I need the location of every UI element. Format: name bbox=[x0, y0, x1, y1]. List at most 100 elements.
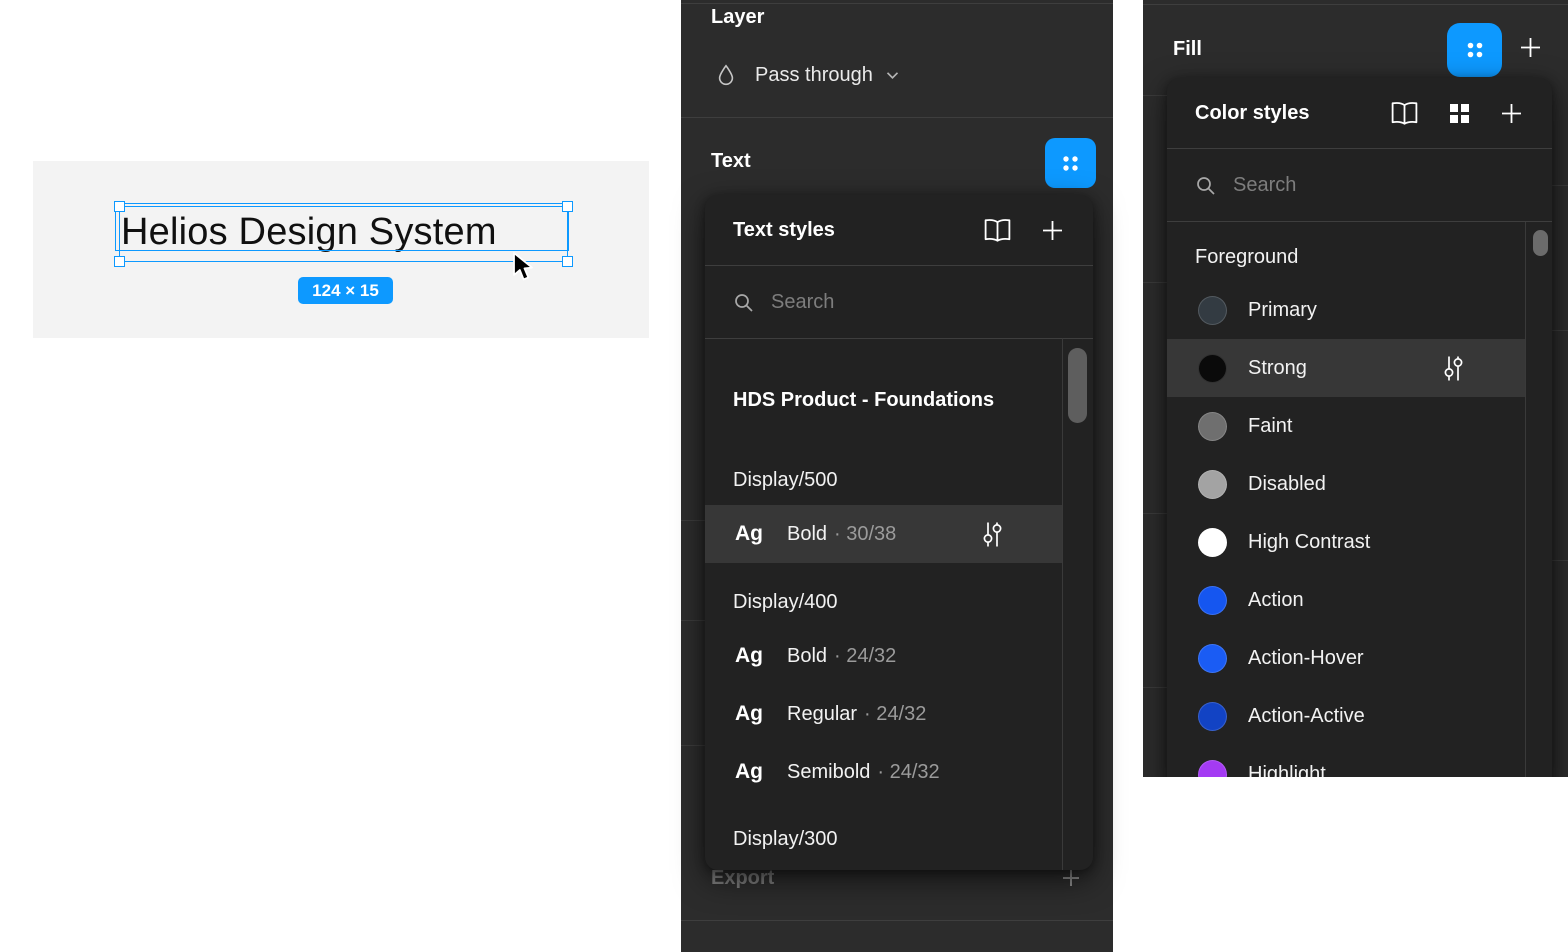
hidden-section-divider bbox=[1143, 687, 1167, 688]
hidden-section-divider bbox=[681, 620, 705, 621]
style-dots-icon bbox=[1059, 152, 1082, 175]
color-styles-list: Foreground Primary Strong Faint Disabled Hig… bbox=[1167, 244, 1525, 777]
color-styles-toggle-button[interactable] bbox=[1447, 23, 1502, 77]
color-style-item[interactable]: Primary bbox=[1167, 281, 1525, 339]
hidden-section-divider bbox=[1552, 185, 1568, 186]
panel-top-divider bbox=[681, 3, 1113, 4]
color-styles-search-input[interactable] bbox=[1231, 173, 1455, 198]
text-style-group-label: Display/500 bbox=[705, 467, 1062, 493]
color-swatch bbox=[1198, 702, 1227, 731]
color-swatch bbox=[1198, 412, 1227, 441]
arrow-cursor-icon bbox=[511, 251, 537, 283]
hidden-section-divider bbox=[1552, 560, 1568, 561]
hidden-section-divider bbox=[681, 520, 705, 521]
color-style-item[interactable]: Faint bbox=[1167, 397, 1525, 455]
hidden-section-divider bbox=[1143, 513, 1167, 514]
color-swatch bbox=[1198, 760, 1227, 778]
section-divider bbox=[681, 117, 1113, 118]
dimension-badge: 124 × 15 bbox=[298, 277, 393, 304]
scrollbar-thumb[interactable] bbox=[1533, 230, 1548, 256]
color-style-name: Disabled bbox=[1248, 473, 1326, 496]
color-style-item[interactable]: Action bbox=[1167, 571, 1525, 629]
grid-view-icon[interactable] bbox=[1448, 102, 1471, 125]
color-swatch bbox=[1198, 586, 1227, 615]
menu-divider bbox=[1167, 221, 1552, 222]
text-style-item[interactable]: AgRegular· 24/32 bbox=[705, 685, 1062, 743]
style-sample: Ag bbox=[735, 702, 773, 726]
text-style-item[interactable]: Ag Bold · 24/32 bbox=[705, 627, 1062, 685]
selection-handle-bottom-left[interactable] bbox=[114, 256, 125, 267]
text-styles-menu-header: Text styles bbox=[705, 195, 1093, 265]
color-style-item[interactable]: Action-Active bbox=[1167, 687, 1525, 745]
color-styles-menu-header: Color styles bbox=[1167, 78, 1552, 148]
text-styles-menu: Text styles HDS Pr bbox=[705, 195, 1093, 870]
library-name: HDS Product - Foundations bbox=[705, 387, 1062, 413]
selection-outline bbox=[119, 206, 568, 262]
color-styles-menu: Color styles bbox=[1167, 78, 1552, 777]
section-divider bbox=[681, 920, 1113, 921]
hidden-section-divider bbox=[1143, 95, 1167, 96]
fill-section-title: Fill bbox=[1173, 38, 1202, 61]
color-style-item[interactable]: Disabled bbox=[1167, 455, 1525, 513]
text-style-item[interactable]: AgSemibold· 24/32 bbox=[705, 743, 1062, 801]
library-book-icon[interactable] bbox=[982, 218, 1013, 243]
color-style-name: Action bbox=[1248, 589, 1304, 612]
add-fill-icon[interactable] bbox=[1518, 35, 1543, 60]
figma-screenshot: Helios Design System 124 × 15 Layer Pass… bbox=[0, 0, 1568, 952]
blend-mode-select[interactable]: Pass through bbox=[755, 64, 899, 87]
scrollbar-thumb[interactable] bbox=[1068, 348, 1087, 423]
scrollbar-track bbox=[1062, 338, 1063, 870]
text-style-group-label: Display/400 bbox=[705, 589, 1062, 615]
canvas-area[interactable]: Helios Design System 124 × 15 bbox=[33, 161, 649, 338]
scrollbar-track bbox=[1525, 222, 1526, 777]
style-weight: Regular bbox=[787, 703, 857, 726]
text-styles-search-row bbox=[705, 266, 1093, 338]
style-sample: Ag bbox=[735, 760, 773, 784]
text-section-title: Text bbox=[711, 150, 751, 173]
color-style-item[interactable]: Highlight bbox=[1167, 745, 1525, 777]
text-styles-search-input[interactable] bbox=[769, 290, 993, 315]
blend-mode-value: Pass through bbox=[755, 64, 873, 87]
color-style-name: Action-Active bbox=[1248, 705, 1365, 728]
color-style-item[interactable]: Strong bbox=[1167, 339, 1525, 397]
text-styles-toggle-button[interactable] bbox=[1045, 138, 1096, 188]
chevron-down-icon bbox=[886, 71, 899, 80]
color-swatch bbox=[1198, 354, 1227, 383]
text-style-item[interactable]: AgBold· 30/38 bbox=[705, 505, 1062, 563]
style-sample: Ag bbox=[735, 522, 773, 546]
style-meta: · 24/32 bbox=[834, 645, 896, 668]
selection-handle-bottom-right[interactable] bbox=[562, 256, 573, 267]
add-color-style-icon[interactable] bbox=[1499, 101, 1524, 126]
color-styles-menu-title: Color styles bbox=[1195, 102, 1389, 125]
edit-style-button[interactable] bbox=[981, 521, 1004, 548]
export-section-title: Export bbox=[711, 867, 774, 890]
export-add-icon[interactable] bbox=[1061, 868, 1081, 888]
color-style-name: Action-Hover bbox=[1248, 647, 1364, 670]
search-icon bbox=[733, 292, 754, 313]
selection-handle-top-left[interactable] bbox=[114, 201, 125, 212]
style-meta: · 24/32 bbox=[877, 761, 939, 784]
color-style-name: Highlight bbox=[1248, 763, 1326, 778]
color-style-name: Faint bbox=[1248, 415, 1292, 438]
sliders-adjust-icon bbox=[981, 521, 1004, 548]
color-style-item[interactable]: High Contrast bbox=[1167, 513, 1525, 571]
selection-handle-top-right[interactable] bbox=[562, 201, 573, 212]
style-dots-icon bbox=[1463, 38, 1487, 62]
color-style-item[interactable]: Action-Hover bbox=[1167, 629, 1525, 687]
text-style-group-label: Display/300 bbox=[705, 826, 1062, 852]
color-swatch bbox=[1198, 296, 1227, 325]
style-sample: Ag bbox=[735, 644, 773, 668]
add-text-style-icon[interactable] bbox=[1040, 218, 1065, 243]
text-styles-list: HDS Product - Foundations Display/500AgB… bbox=[705, 339, 1062, 869]
color-styles-search-row bbox=[1167, 149, 1552, 221]
color-style-name: Primary bbox=[1248, 299, 1317, 322]
color-group-label: Foreground bbox=[1167, 244, 1525, 270]
properties-panel: Layer Pass through 100% Text bbox=[681, 0, 1113, 952]
sliders-adjust-icon bbox=[1442, 355, 1465, 382]
color-swatch bbox=[1198, 528, 1227, 557]
fill-panel: Fill Color styles bbox=[1143, 0, 1568, 777]
library-book-icon[interactable] bbox=[1389, 101, 1420, 126]
edit-style-button[interactable] bbox=[1442, 355, 1465, 382]
layer-section-title: Layer bbox=[711, 6, 764, 29]
style-weight: Bold bbox=[787, 645, 827, 668]
